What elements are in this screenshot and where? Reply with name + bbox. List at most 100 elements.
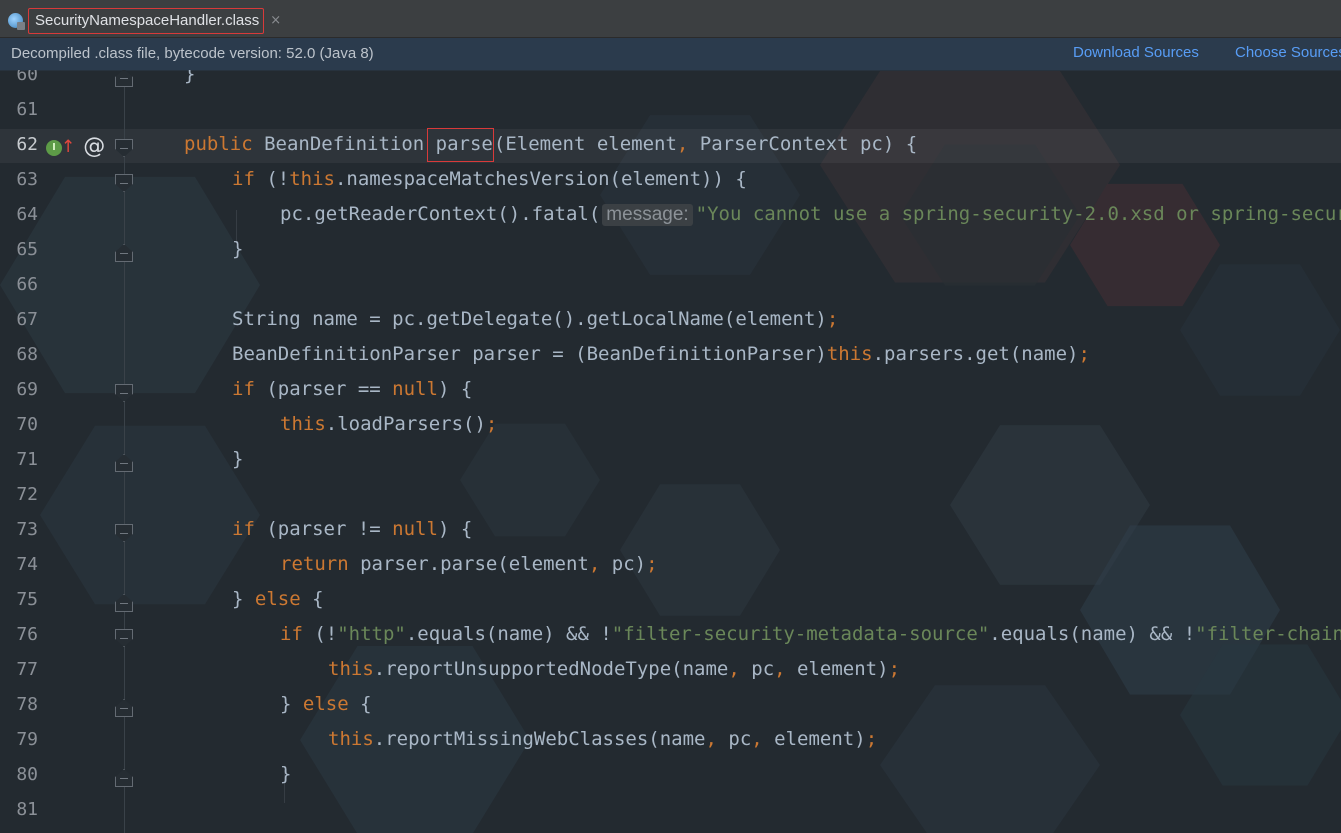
line-number: 65 <box>16 239 38 260</box>
download-sources-link[interactable]: Download Sources <box>1073 44 1199 61</box>
code-line[interactable]: 69 if (parser == null) { <box>0 375 1341 410</box>
code-keyword: ; <box>1078 343 1090 365</box>
code-line[interactable]: 80} <box>0 760 1341 795</box>
code-token: .reportMissingWebClasses(name <box>373 728 706 750</box>
annotation-icon[interactable]: @ <box>83 134 105 159</box>
code-text[interactable]: } else { <box>232 588 324 610</box>
line-number: 73 <box>16 519 38 540</box>
code-token: element) <box>774 728 866 750</box>
code-token: } <box>232 238 244 260</box>
class-file-icon <box>8 12 25 30</box>
code-text[interactable]: if (parser == null) { <box>232 378 472 400</box>
code-line[interactable]: 75 } else { <box>0 585 1341 620</box>
fold-end-icon[interactable] <box>115 769 133 787</box>
code-editor[interactable]: 60} 61 62 I ↑ @ public BeanDefinition parse(El… <box>0 70 1341 833</box>
code-line[interactable]: 66 <box>0 270 1341 305</box>
fold-collapse-icon[interactable] <box>115 174 133 192</box>
code-line[interactable]: 76 if (!"http".equals(name) && !"filter-s… <box>0 620 1341 655</box>
code-text[interactable]: this.reportMissingWebClasses(name, pc, e… <box>328 728 877 750</box>
code-token: .reportUnsupportedNodeType(name <box>373 658 729 680</box>
code-line[interactable]: 73 if (parser != null) { <box>0 515 1341 550</box>
code-line[interactable]: 79 this.reportMissingWebClasses(name, pc,… <box>0 725 1341 760</box>
fold-collapse-icon[interactable] <box>115 384 133 402</box>
parse-method-name-highlight: parse <box>426 128 494 162</box>
code-token: { <box>312 588 324 610</box>
code-text[interactable]: pc.getReaderContext().fatal(message: "You… <box>280 203 1341 226</box>
code-keyword: , <box>728 658 752 680</box>
code-keyword: if <box>232 518 267 540</box>
code-token: .namespaceMatchesVersion(element)) { <box>334 168 747 190</box>
parameter-hint: message: <box>602 204 693 226</box>
code-text[interactable]: } else { <box>280 693 372 715</box>
code-text[interactable]: public BeanDefinition parse(Element elem… <box>184 128 917 162</box>
code-line[interactable]: 64 pc.getReaderContext().fatal(message: "Y… <box>0 200 1341 235</box>
code-line[interactable]: 63 if (!this.namespaceMatchesVersion(elem… <box>0 165 1341 200</box>
fold-collapse-icon[interactable] <box>115 629 133 647</box>
implements-method-icon[interactable]: I <box>46 139 62 156</box>
choose-sources-link[interactable]: Choose Sources... <box>1235 44 1341 61</box>
decompiled-notice-banner: Decompiled .class file, bytecode version… <box>0 38 1341 71</box>
code-keyword: else <box>254 588 313 610</box>
fold-end-icon[interactable] <box>115 70 133 87</box>
code-keyword: , <box>751 728 775 750</box>
code-keyword: null <box>392 378 438 400</box>
code-text[interactable]: this.reportUnsupportedNodeType(name, pc,… <box>328 658 900 680</box>
code-string: "http" <box>337 623 406 645</box>
code-line[interactable]: 61 <box>0 95 1341 130</box>
code-line[interactable]: 74 return parser.parse(element, pc); <box>0 550 1341 585</box>
line-number: 61 <box>16 99 38 120</box>
tab-security-namespace-handler[interactable]: SecurityNamespaceHandler.class × <box>0 3 289 37</box>
code-token: ) { <box>437 378 473 400</box>
code-text[interactable]: if (!"http".equals(name) && !"filter-sec… <box>280 623 1341 645</box>
line-number: 74 <box>16 554 38 575</box>
code-text[interactable]: } <box>232 238 243 260</box>
code-keyword: , <box>588 553 612 575</box>
code-line[interactable]: 62 I ↑ @ public BeanDefinition parse(Element… <box>0 128 1341 165</box>
code-text[interactable]: BeanDefinitionParser parser = (BeanDefin… <box>232 343 1090 365</box>
code-line[interactable]: 78} else { <box>0 690 1341 725</box>
code-line[interactable]: 81 <box>0 795 1341 830</box>
code-line[interactable]: 70 this.loadParsers(); <box>0 410 1341 445</box>
overrides-arrow-icon[interactable]: ↑ <box>61 137 75 157</box>
code-text[interactable]: } <box>232 448 243 470</box>
code-token: pc) <box>611 553 647 575</box>
code-keyword: this <box>289 168 335 190</box>
code-text[interactable]: String name = pc.getDelegate().getLocalN… <box>232 308 838 330</box>
tab-title: SecurityNamespaceHandler.class <box>28 7 265 34</box>
code-token: (parser == <box>266 378 393 400</box>
code-token: pc.getReaderContext().fatal( <box>280 203 601 225</box>
code-line[interactable]: 60} <box>0 70 1341 95</box>
line-number: 75 <box>16 589 38 610</box>
fold-end-icon[interactable] <box>115 454 133 472</box>
code-token: .loadParsers() <box>325 413 486 435</box>
code-line[interactable]: 68 BeanDefinitionParser parser = (BeanDef… <box>0 340 1341 375</box>
code-line[interactable]: 65} <box>0 235 1341 270</box>
code-line[interactable]: 77 this.reportUnsupportedNodeType(name, p… <box>0 655 1341 690</box>
code-text[interactable]: } <box>184 70 195 85</box>
code-keyword: ; <box>485 413 498 435</box>
fold-end-icon[interactable] <box>115 594 133 612</box>
code-text[interactable]: this.loadParsers(); <box>280 413 497 435</box>
code-line[interactable]: 71} <box>0 445 1341 480</box>
code-token: element) <box>797 658 889 680</box>
code-keyword: this <box>280 413 326 435</box>
code-text[interactable]: if (!this.namespaceMatchesVersion(elemen… <box>232 168 747 190</box>
code-text[interactable]: } <box>280 763 291 785</box>
code-token: BeanDefinitionParser parser = (BeanDefin… <box>232 343 827 365</box>
code-line[interactable]: 67 String name = pc.getDelegate().getLoca… <box>0 305 1341 340</box>
code-token: .parsers.get(name) <box>872 343 1079 365</box>
code-token: } <box>280 693 303 715</box>
code-token: (parser != <box>266 518 393 540</box>
fold-end-icon[interactable] <box>115 699 133 717</box>
fold-end-icon[interactable] <box>115 244 133 262</box>
line-number: 69 <box>16 379 38 400</box>
line-number: 63 <box>16 169 38 190</box>
code-keyword: return <box>280 553 361 575</box>
fold-collapse-icon[interactable] <box>115 524 133 542</box>
code-line[interactable]: 72 <box>0 480 1341 515</box>
close-icon[interactable]: × <box>270 13 281 28</box>
fold-collapse-icon[interactable] <box>115 139 133 157</box>
code-keyword: ; <box>888 658 901 680</box>
code-text[interactable]: if (parser != null) { <box>232 518 472 540</box>
code-text[interactable]: return parser.parse(element, pc); <box>280 553 658 575</box>
